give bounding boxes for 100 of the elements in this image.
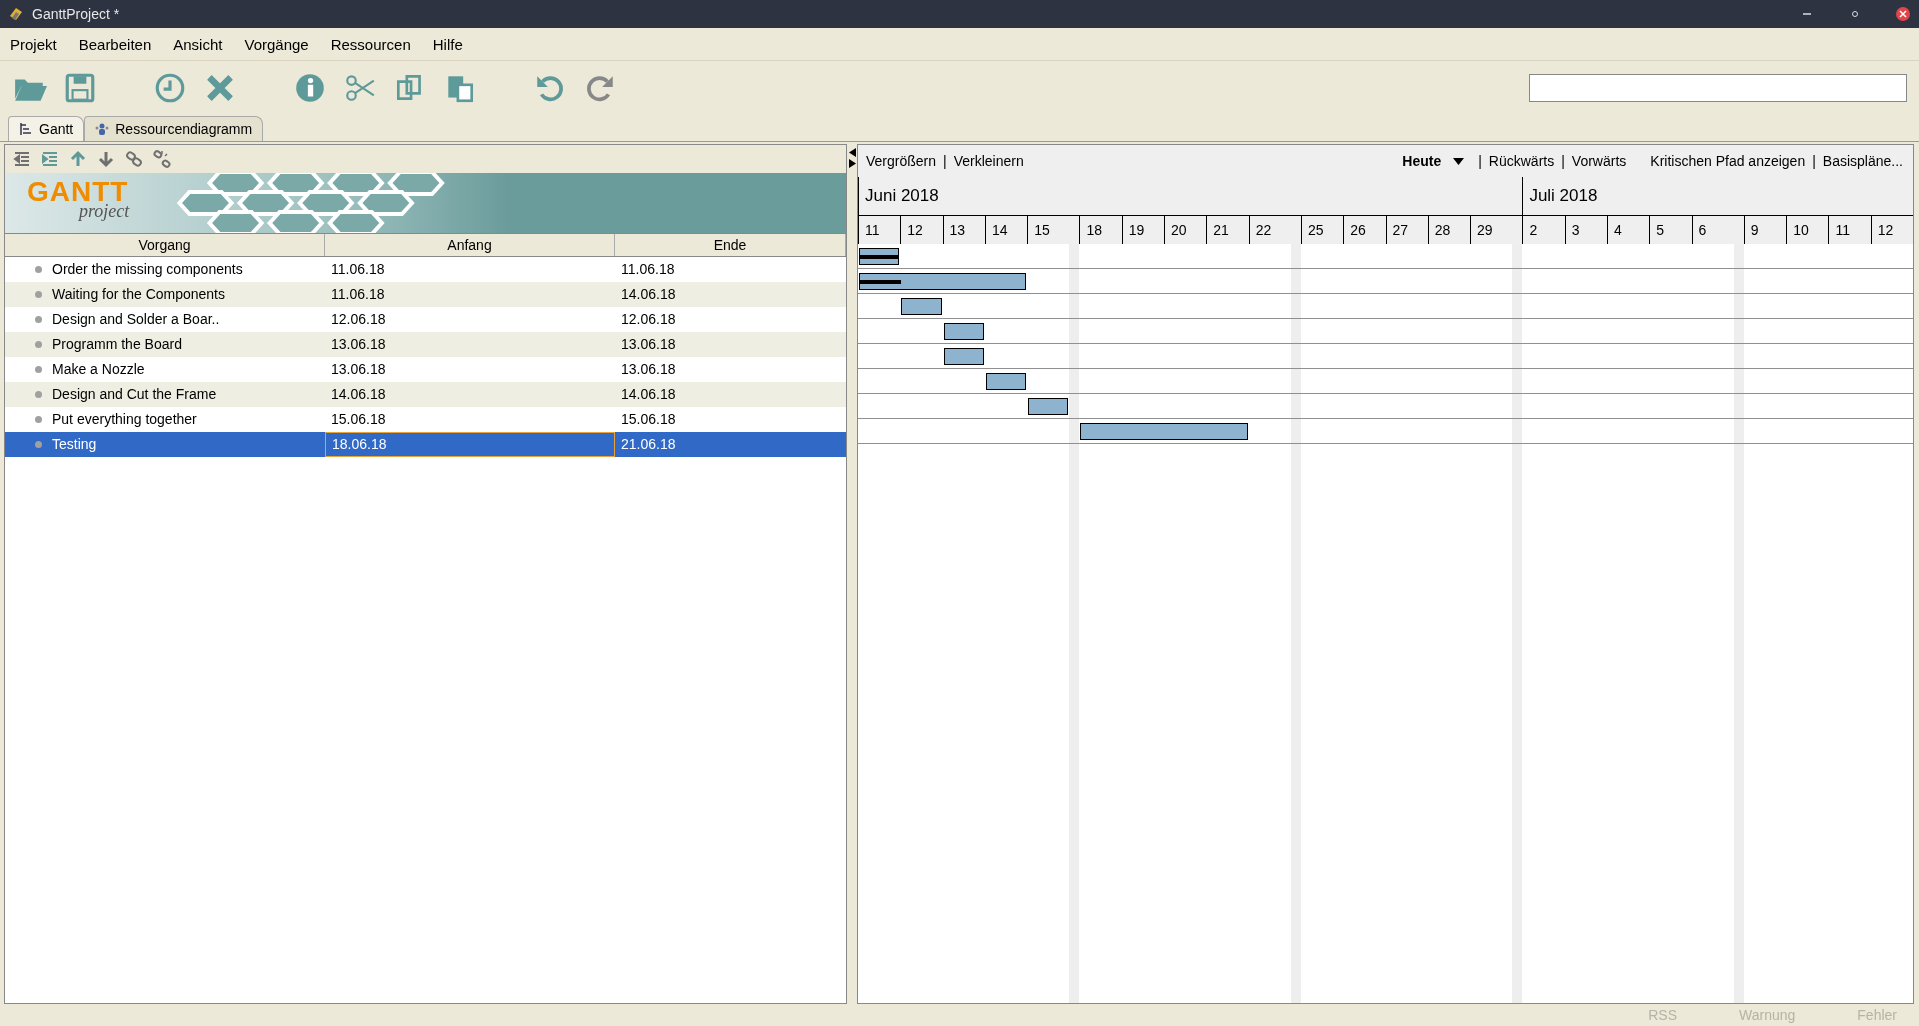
day-label: 27 — [1385, 216, 1428, 244]
bullet-icon — [35, 291, 42, 298]
table-cell-text: 13.06.18 — [330, 335, 387, 354]
toolbar-link[interactable]: Verkleinern — [953, 153, 1024, 169]
window-title: GanttProject * — [32, 6, 120, 22]
day-label: 12 — [900, 216, 943, 244]
table-cell-text: 12.06.18 — [330, 310, 387, 329]
menu-item[interactable]: Ansicht — [167, 35, 229, 53]
bullet-icon — [35, 391, 42, 398]
toolbar-link[interactable]: Vorwärts — [1571, 153, 1627, 169]
indent-icon[interactable] — [41, 150, 59, 168]
close-icon[interactable] — [1895, 6, 1911, 22]
task-bar[interactable] — [943, 323, 984, 340]
toolbar-link[interactable]: Basispläne... — [1822, 153, 1903, 169]
separator: | — [1561, 153, 1565, 169]
task-row[interactable]: Programm the Board 13.06.18 13.06.18 — [5, 332, 846, 357]
task-bar[interactable] — [859, 248, 900, 265]
task-name: Waiting for the Components — [52, 285, 225, 304]
task-bar[interactable] — [1080, 423, 1248, 440]
outdent-icon[interactable] — [13, 150, 31, 168]
bullet-icon — [35, 366, 42, 373]
bullet-icon — [35, 316, 42, 323]
caret-icon — [1453, 157, 1465, 165]
table-cell-text: 14.06.18 — [330, 385, 387, 404]
tab[interactable]: Gantt — [8, 116, 85, 141]
day-label: 12 — [1870, 216, 1913, 244]
info-icon — [293, 71, 327, 105]
table-cell-text: 13.06.18 — [620, 335, 677, 354]
menu-item[interactable]: Vorgänge — [238, 35, 315, 53]
table-cell-text: 11.06.18 — [330, 260, 386, 279]
day-label: 3 — [1564, 216, 1607, 244]
month-label: Juli 2018 — [1522, 177, 1913, 216]
unlink-icon[interactable] — [153, 150, 171, 168]
search-field[interactable] — [1529, 74, 1907, 102]
day-label: 26 — [1343, 216, 1386, 244]
link-icon[interactable] — [125, 150, 143, 168]
toolbar-link[interactable]: Vergrößern — [866, 153, 937, 169]
task-row[interactable]: Waiting for the Components 11.06.18 14.06.18 — [5, 282, 846, 307]
month-label: Juni 2018 — [858, 177, 1523, 216]
toolbar-link[interactable]: Rückwärts — [1488, 153, 1555, 169]
bullet-icon — [35, 416, 42, 423]
clock-icon — [153, 71, 187, 105]
column-header[interactable]: Anfang — [325, 234, 615, 256]
arrow-up-icon[interactable] — [69, 150, 87, 168]
task-row[interactable]: Testing 18.06.18 21.06.18 — [5, 432, 846, 457]
task-name: Design and Cut the Frame — [52, 385, 217, 404]
day-label: 19 — [1121, 216, 1165, 244]
task-name: Design and Solder a Boar.. — [52, 310, 220, 329]
task-name: Make a Nozzle — [52, 360, 145, 379]
bullet-icon — [35, 341, 42, 348]
day-label: 2 — [1522, 216, 1565, 244]
day-label: 20 — [1164, 216, 1207, 244]
task-row[interactable]: Design and Cut the Frame 14.06.18 14.06.18 — [5, 382, 846, 407]
table-cell-text: 21.06.18 — [620, 435, 677, 454]
task-bar[interactable] — [1028, 398, 1069, 415]
day-label: 28 — [1427, 216, 1471, 244]
task-bar[interactable] — [943, 348, 984, 365]
arrow-down-icon[interactable] — [97, 150, 115, 168]
table-cell-text: 15.06.18 — [620, 410, 677, 429]
table-cell-text: 11.06.18 — [620, 260, 676, 279]
day-label: 11 — [858, 216, 901, 244]
day-label: 10 — [1786, 216, 1829, 244]
task-bar[interactable] — [859, 273, 1027, 290]
table-cell-text: 14.06.18 — [620, 385, 677, 404]
table-cell-text: 13.06.18 — [330, 360, 387, 379]
menu-item[interactable]: Ressourcen — [324, 35, 417, 53]
toolbar-link[interactable]: Kritischen Pfad anzeigen — [1650, 153, 1806, 169]
table-cell-text: 13.06.18 — [620, 360, 677, 379]
day-label: 21 — [1206, 216, 1249, 244]
day-label: 9 — [1743, 216, 1787, 244]
separator: | — [943, 153, 947, 169]
day-label: 4 — [1606, 216, 1650, 244]
day-label: 25 — [1300, 216, 1344, 244]
task-bar[interactable] — [901, 298, 942, 315]
table-cell-text: 14.06.18 — [620, 285, 677, 304]
bullet-icon — [35, 266, 42, 273]
column-header[interactable]: Vorgang — [5, 234, 325, 256]
day-label: 18 — [1079, 216, 1122, 244]
table-cell-text: 12.06.18 — [620, 310, 677, 329]
task-bar[interactable] — [985, 373, 1027, 390]
save-icon — [63, 71, 97, 105]
table-cell: 18.06.18 — [325, 432, 615, 457]
bullet-icon — [35, 441, 42, 448]
task-name: Testing — [52, 435, 97, 454]
tree-icon — [19, 122, 33, 136]
task-name: Programm the Board — [52, 335, 182, 354]
separator: | — [1478, 153, 1482, 169]
day-label: 13 — [942, 216, 985, 244]
table-cell-text: 15.06.18 — [330, 410, 387, 429]
app-logo-icon — [8, 6, 24, 22]
menu-item[interactable]: Projekt — [4, 35, 63, 53]
task-name: Put everything together — [52, 410, 197, 429]
today-dropdown[interactable]: Heute — [1402, 153, 1465, 169]
table-cell-text: 11.06.18 — [330, 285, 386, 304]
column-header[interactable]: Ende — [615, 234, 846, 256]
day-label: 5 — [1649, 216, 1692, 244]
menu-item[interactable]: Hilfe — [426, 35, 469, 53]
menu-item[interactable]: Bearbeiten — [72, 35, 158, 53]
day-label: 11 — [1828, 216, 1871, 244]
tab[interactable]: Ressourcendiagramm — [84, 116, 264, 141]
